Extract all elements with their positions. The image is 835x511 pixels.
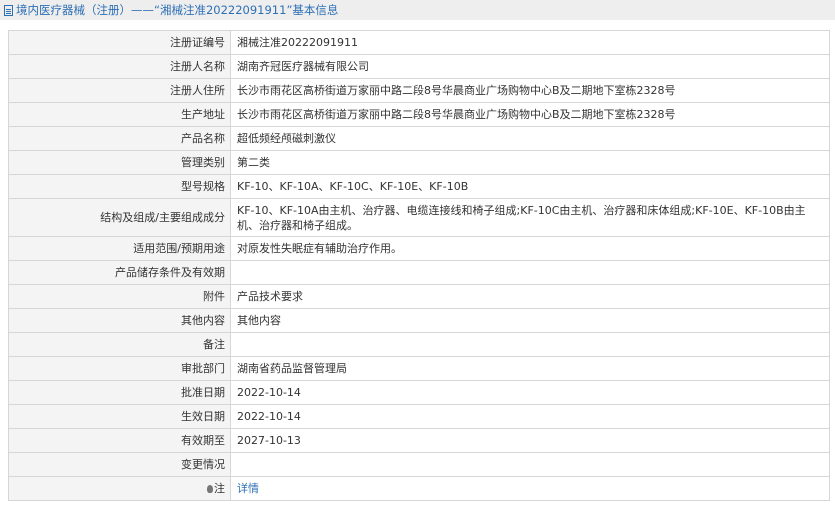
field-label: 产品储存条件及有效期 <box>8 260 231 285</box>
info-table: 注册证编号 湘械注准20222091911 注册人名称 湖南齐冠医疗器械有限公司… <box>8 30 830 501</box>
field-label: 型号规格 <box>8 174 231 199</box>
field-label: 结构及组成/主要组成成分 <box>8 198 231 237</box>
field-value: 湖南省药品监督管理局 <box>230 356 830 381</box>
table-row: 备注 <box>8 332 830 357</box>
field-label: 注册人名称 <box>8 54 231 79</box>
table-row: 变更情况 <box>8 452 830 477</box>
field-label: 审批部门 <box>8 356 231 381</box>
lightbulb-icon <box>207 484 213 493</box>
field-label: 附件 <box>8 284 231 309</box>
field-value: 超低频经颅磁刺激仪 <box>230 126 830 151</box>
field-value-text: KF-10、KF-10A由主机、治疗器、电缆连接线和椅子组成;KF-10C由主机… <box>237 203 806 232</box>
field-label: 其他内容 <box>8 308 231 333</box>
table-row: 生效日期 2022-10-14 <box>8 404 830 429</box>
note-label-cell: 注 <box>8 476 231 501</box>
table-row: 型号规格 KF-10、KF-10A、KF-10C、KF-10E、KF-10B <box>8 174 830 199</box>
info-table-wrapper: 注册证编号 湘械注准20222091911 注册人名称 湖南齐冠医疗器械有限公司… <box>8 30 830 501</box>
note-label: 注 <box>214 481 225 495</box>
table-row: 产品储存条件及有效期 <box>8 260 830 285</box>
field-value: 2027-10-13 <box>230 428 830 453</box>
field-label: 生产地址 <box>8 102 231 127</box>
page-title: 境内医疗器械（注册）——“湘械注准20222091911”基本信息 <box>16 3 339 17</box>
field-value: 湖南齐冠医疗器械有限公司 <box>230 54 830 79</box>
table-row: 注册人住所 长沙市雨花区高桥街道万家丽中路二段8号华晨商业广场购物中心B及二期地… <box>8 78 830 103</box>
field-value: 长沙市雨花区高桥街道万家丽中路二段8号华晨商业广场购物中心B及二期地下室栋232… <box>230 102 830 127</box>
field-label: 产品名称 <box>8 126 231 151</box>
field-value <box>230 332 830 357</box>
field-value: 第二类 <box>230 150 830 175</box>
table-row: 有效期至 2027-10-13 <box>8 428 830 453</box>
field-label: 注册人住所 <box>8 78 231 103</box>
field-label: 备注 <box>8 332 231 357</box>
table-row-note: 注 详情 <box>8 476 830 501</box>
table-row: 生产地址 长沙市雨花区高桥街道万家丽中路二段8号华晨商业广场购物中心B及二期地下… <box>8 102 830 127</box>
field-value: 2022-10-14 <box>230 380 830 405</box>
field-value: KF-10、KF-10A由主机、治疗器、电缆连接线和椅子组成;KF-10C由主机… <box>230 198 830 237</box>
table-row: 结构及组成/主要组成成分 KF-10、KF-10A由主机、治疗器、电缆连接线和椅… <box>8 198 830 237</box>
field-label: 注册证编号 <box>8 30 231 55</box>
page-header: 境内医疗器械（注册）——“湘械注准20222091911”基本信息 <box>0 0 835 20</box>
table-row: 注册人名称 湖南齐冠医疗器械有限公司 <box>8 54 830 79</box>
table-row: 其他内容 其他内容 <box>8 308 830 333</box>
field-value: 湘械注准20222091911 <box>230 30 830 55</box>
field-label: 变更情况 <box>8 452 231 477</box>
note-value-cell: 详情 <box>230 476 830 501</box>
table-row: 适用范围/预期用途 对原发性失眠症有辅助治疗作用。 <box>8 236 830 261</box>
table-row: 产品名称 超低频经颅磁刺激仪 <box>8 126 830 151</box>
field-value: 长沙市雨花区高桥街道万家丽中路二段8号华晨商业广场购物中心B及二期地下室栋232… <box>230 78 830 103</box>
field-value: 对原发性失眠症有辅助治疗作用。 <box>230 236 830 261</box>
table-row: 附件 产品技术要求 <box>8 284 830 309</box>
table-row: 批准日期 2022-10-14 <box>8 380 830 405</box>
field-label: 生效日期 <box>8 404 231 429</box>
field-value: KF-10、KF-10A、KF-10C、KF-10E、KF-10B <box>230 174 830 199</box>
field-label: 管理类别 <box>8 150 231 175</box>
field-value: 2022-10-14 <box>230 404 830 429</box>
field-value <box>230 260 830 285</box>
table-row: 管理类别 第二类 <box>8 150 830 175</box>
field-label: 批准日期 <box>8 380 231 405</box>
field-value: 其他内容 <box>230 308 830 333</box>
field-label: 适用范围/预期用途 <box>8 236 231 261</box>
document-icon <box>4 4 13 16</box>
table-row: 注册证编号 湘械注准20222091911 <box>8 30 830 55</box>
field-label: 有效期至 <box>8 428 231 453</box>
field-value: 产品技术要求 <box>230 284 830 309</box>
details-link[interactable]: 详情 <box>237 482 259 495</box>
field-value <box>230 452 830 477</box>
table-row: 审批部门 湖南省药品监督管理局 <box>8 356 830 381</box>
